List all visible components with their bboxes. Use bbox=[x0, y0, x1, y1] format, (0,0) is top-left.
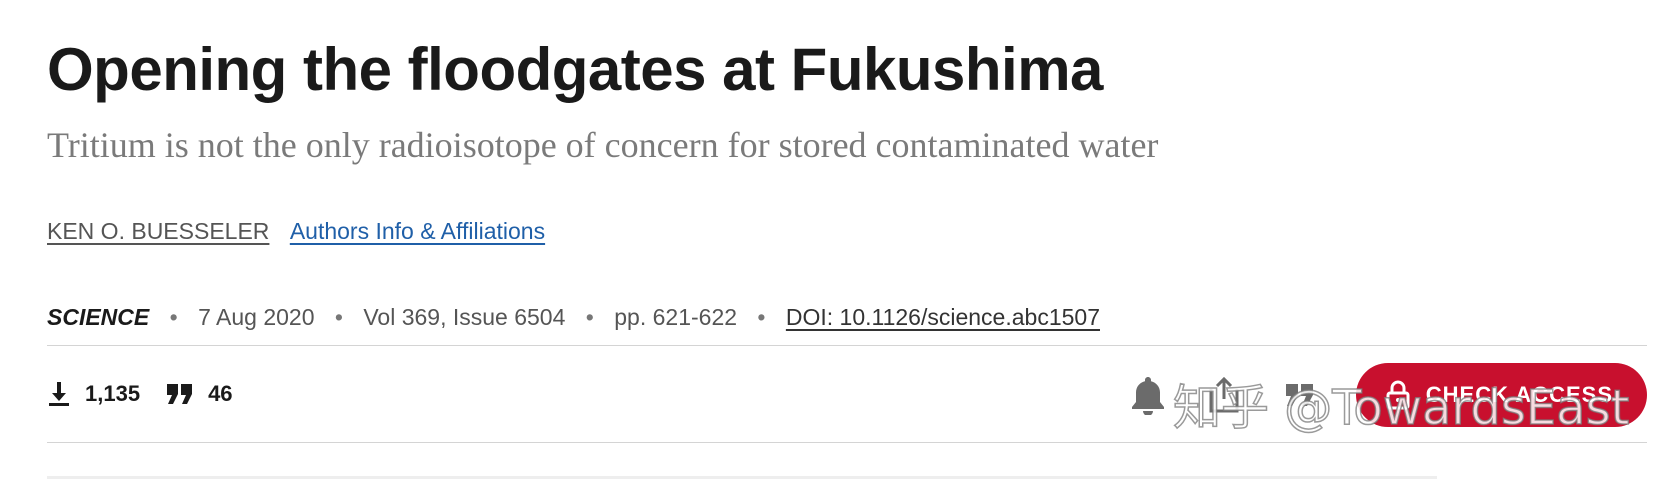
downloads-count: 1,135 bbox=[85, 381, 141, 406]
cite-button[interactable] bbox=[1280, 375, 1320, 415]
share-icon bbox=[1209, 376, 1239, 413]
lock-icon bbox=[1386, 380, 1410, 410]
meta-separator: • bbox=[585, 304, 594, 330]
alert-button[interactable] bbox=[1128, 375, 1168, 415]
page-range: pp. 621-622 bbox=[614, 304, 738, 330]
citations-count: 46 bbox=[208, 381, 233, 406]
doi-link[interactable]: DOI: 10.1126/science.abc1507 bbox=[786, 304, 1100, 330]
article-actions: CHECK ACCESS bbox=[1128, 360, 1647, 430]
article-metrics: 1,135 46 bbox=[47, 377, 259, 411]
check-access-button[interactable]: CHECK ACCESS bbox=[1355, 363, 1647, 427]
download-icon bbox=[49, 382, 69, 406]
divider bbox=[47, 345, 1647, 346]
article-title: Opening the floodgates at Fukushima bbox=[47, 36, 1103, 103]
divider bbox=[47, 442, 1647, 443]
author-link[interactable]: KEN O. BUESSELER bbox=[47, 218, 269, 244]
authors-info-affiliations-link[interactable]: Authors Info & Affiliations bbox=[290, 218, 545, 244]
publication-meta: SCIENCE • 7 Aug 2020 • Vol 369, Issue 65… bbox=[47, 300, 1100, 334]
downloads-metric[interactable]: 1,135 bbox=[47, 381, 140, 407]
share-button[interactable] bbox=[1204, 375, 1244, 415]
volume-issue: Vol 369, Issue 6504 bbox=[363, 304, 566, 330]
author-line: KEN O. BUESSELER Authors Info & Affiliat… bbox=[47, 214, 545, 248]
check-access-label: CHECK ACCESS bbox=[1425, 382, 1613, 407]
meta-separator: • bbox=[757, 304, 766, 330]
meta-separator: • bbox=[334, 304, 343, 330]
citations-metric[interactable]: 46 bbox=[166, 381, 233, 407]
bell-icon bbox=[1131, 377, 1164, 415]
quote-icon bbox=[1285, 384, 1313, 406]
meta-separator: • bbox=[169, 304, 178, 330]
quote-icon bbox=[167, 384, 193, 404]
article-subtitle: Tritium is not the only radioisotope of … bbox=[47, 125, 1159, 165]
journal-name: SCIENCE bbox=[47, 304, 150, 330]
publication-date: 7 Aug 2020 bbox=[198, 304, 315, 330]
